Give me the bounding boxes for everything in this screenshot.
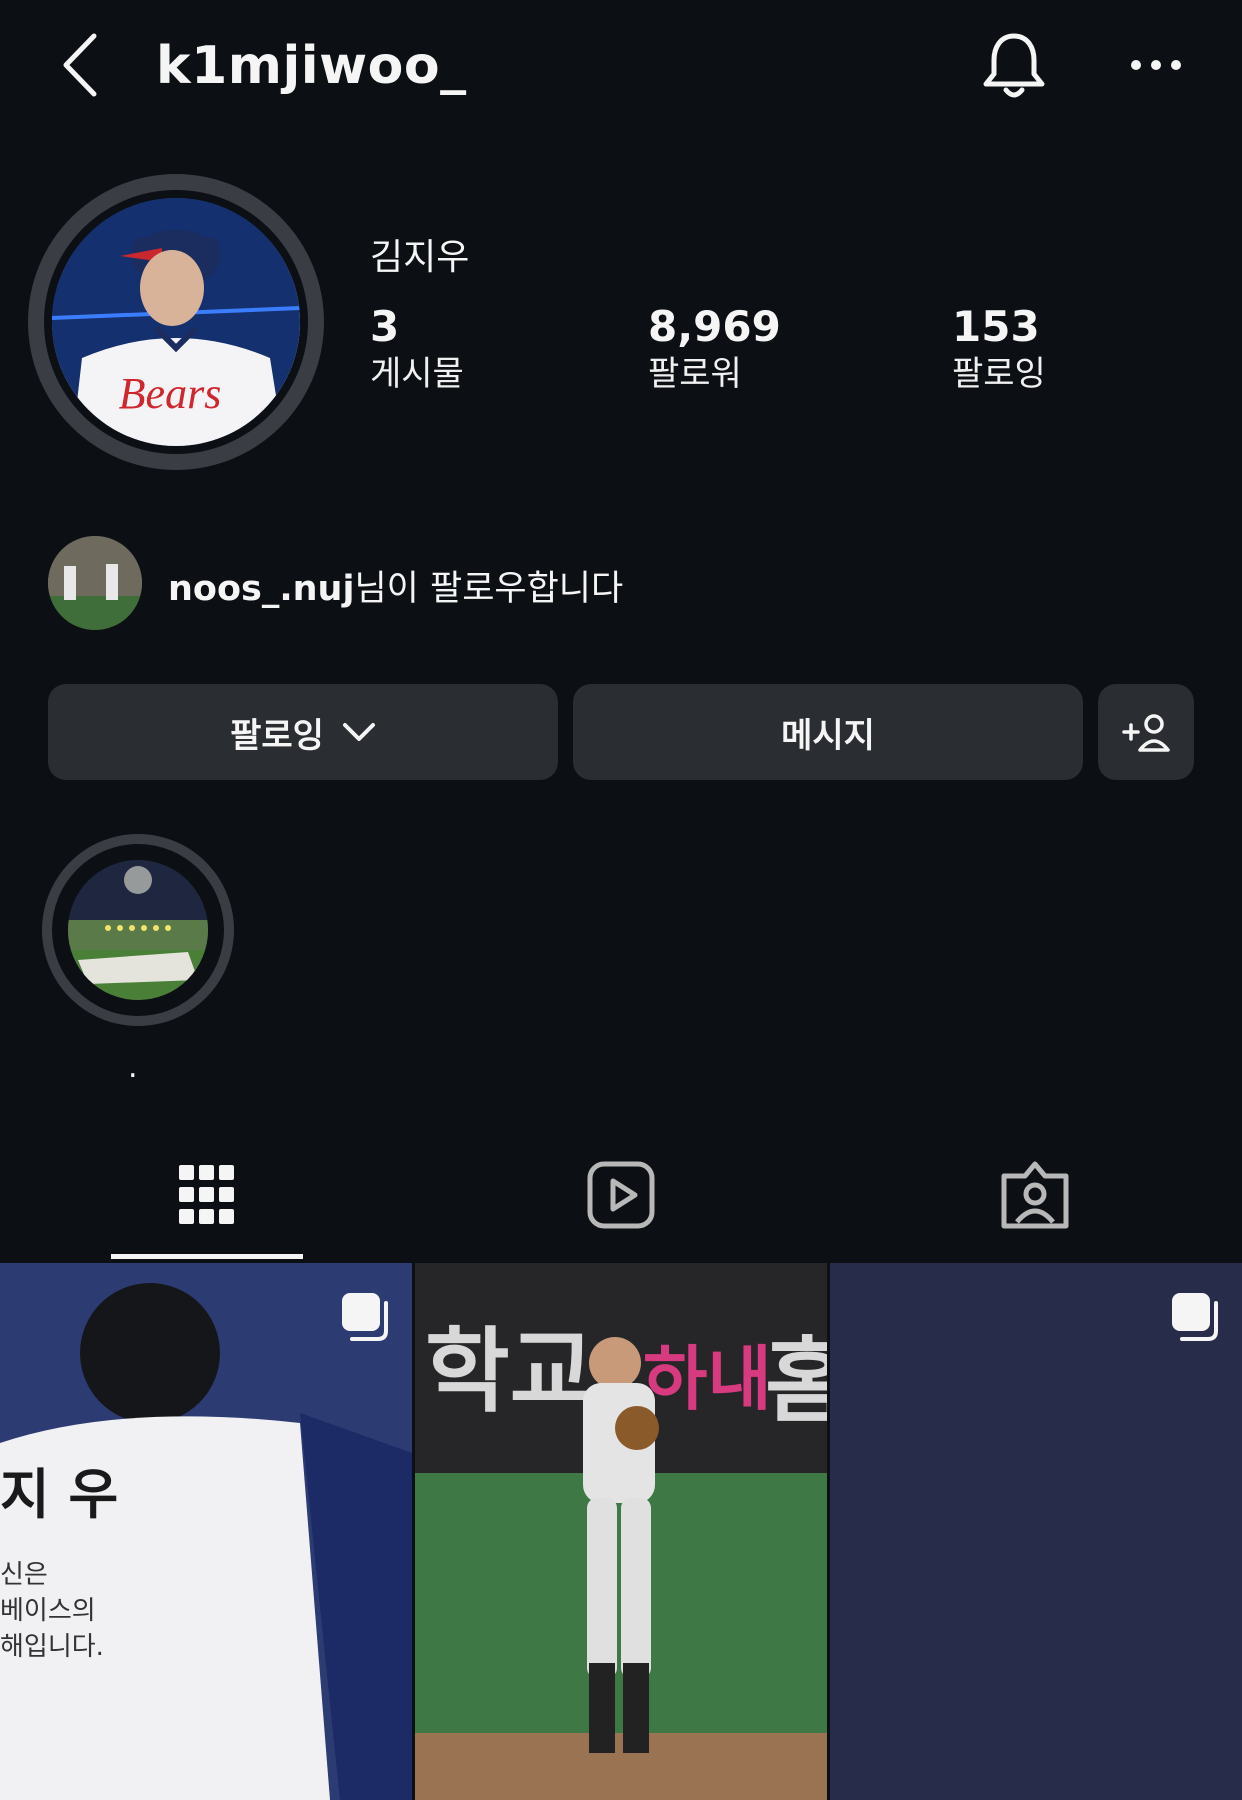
mutual-follower-avatar[interactable] (48, 536, 142, 630)
bell-icon (983, 33, 1045, 98)
post-thumbnail[interactable]: 지 우 신은 베이스의 해입니다. (0, 1263, 412, 1800)
tab-posts[interactable] (147, 1150, 267, 1240)
svg-text:베이스의: 베이스의 (0, 1596, 96, 1626)
notifications-button[interactable] (980, 30, 1048, 102)
followed-by-suffix: 님이 팔로우합니다 (354, 569, 624, 609)
post-thumbnail[interactable] (830, 1263, 1242, 1800)
svg-text:학교: 학교 (425, 1318, 594, 1425)
tab-reels[interactable] (561, 1150, 681, 1240)
stat-value: 3 (370, 302, 400, 351)
post-thumbnail[interactable]: 학교 하내 홈 (415, 1263, 827, 1800)
profile-photo: Bears (52, 198, 300, 446)
svg-text:홈: 홈 (765, 1328, 827, 1435)
more-horizontal-icon (1131, 60, 1181, 70)
carousel-icon (342, 1293, 388, 1341)
following-button[interactable]: 팔로잉 (48, 684, 558, 780)
followers-count[interactable]: 8,969 팔로워 (648, 302, 781, 396)
svg-text:Bears: Bears (119, 369, 222, 418)
tagged-icon (1001, 1161, 1069, 1229)
svg-text:해입니다.: 해입니다. (0, 1632, 104, 1662)
suggested-users-button[interactable] (1098, 684, 1194, 780)
story-highlight[interactable] (42, 834, 234, 1026)
svg-text:하내: 하내 (643, 1338, 772, 1420)
chevron-down-icon (342, 723, 375, 741)
svg-text:신은: 신은 (0, 1560, 48, 1590)
highlight-cover (68, 860, 208, 1000)
stat-label: 팔로워 (648, 354, 742, 394)
reels-icon (587, 1161, 655, 1229)
following-button-label: 팔로잉 (230, 715, 324, 756)
profile-full-name: 김지우 (370, 237, 470, 278)
profile-avatar[interactable]: Bears (28, 174, 324, 470)
following-count[interactable]: 153 팔로잉 (952, 302, 1046, 396)
mutual-follower-username[interactable]: noos_.nuj (168, 569, 354, 609)
stat-value: 8,969 (648, 302, 781, 351)
stat-value: 153 (952, 302, 1040, 351)
message-button[interactable]: 메시지 (573, 684, 1083, 780)
tab-tagged[interactable] (975, 1150, 1095, 1240)
grid-icon (179, 1165, 234, 1224)
stat-label: 게시물 (370, 354, 464, 394)
stat-label: 팔로잉 (952, 354, 1046, 394)
svg-text:지 우: 지 우 (0, 1463, 118, 1526)
back-button[interactable] (58, 30, 108, 100)
followed-by-text[interactable]: noos_.nuj님이 팔로우합니다 (168, 560, 623, 611)
message-button-label: 메시지 (781, 715, 875, 756)
carousel-icon (1172, 1293, 1218, 1341)
highlight-label: . (128, 1050, 138, 1085)
posts-count[interactable]: 3 게시물 (370, 302, 464, 396)
add-person-icon (1122, 714, 1170, 752)
active-tab-indicator (111, 1254, 303, 1259)
chevron-left-icon (63, 33, 97, 97)
more-options-button[interactable] (1130, 50, 1182, 80)
profile-username: k1mjiwoo_ (156, 36, 467, 96)
